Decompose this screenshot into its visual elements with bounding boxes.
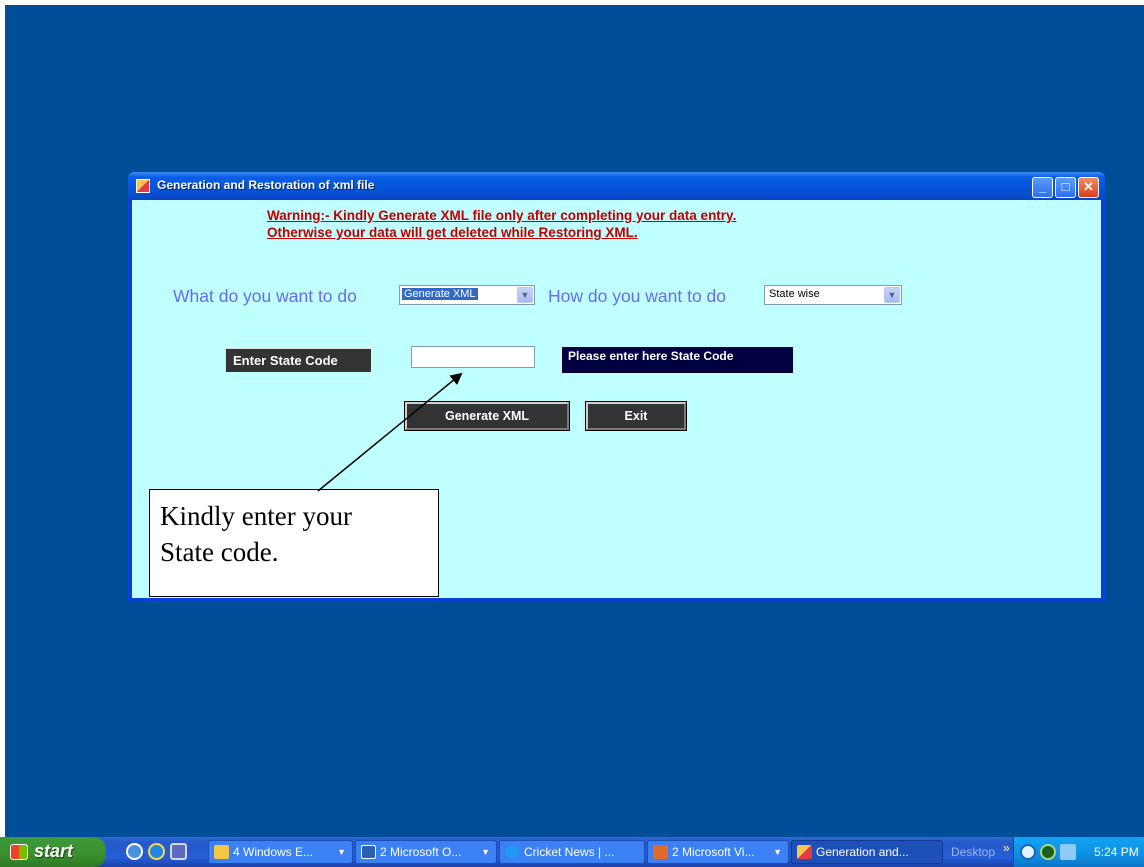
task-label: 2 Microsoft O...	[380, 845, 462, 859]
close-button[interactable]: ✕	[1078, 177, 1099, 198]
chevron-down-icon: ▼	[773, 847, 782, 857]
callout-box: Kindly enter your State code.	[149, 489, 439, 597]
taskbar-item-windows-explorer[interactable]: 4 Windows E... ▼	[208, 840, 353, 864]
warning-line-2: Otherwise your data will get deleted whi…	[267, 225, 638, 240]
desktop-toolbar-label[interactable]: Desktop	[951, 845, 995, 859]
window-titlebar[interactable]: Generation and Restoration of xml file _…	[128, 172, 1105, 200]
quicklaunch-ie-icon[interactable]	[148, 843, 165, 860]
task-label: 4 Windows E...	[233, 845, 314, 859]
chevron-down-icon: ▼	[481, 847, 490, 857]
folder-icon	[214, 845, 229, 859]
taskbar-item-generation[interactable]: Generation and...	[791, 840, 943, 864]
chevron-right-icon[interactable]: »	[1003, 841, 1010, 855]
generate-xml-button[interactable]: Generate XML	[404, 401, 570, 431]
taskbar: start 4 Windows E... ▼ 2 Microsoft O... …	[0, 837, 1144, 867]
taskbar-item-microsoft-office[interactable]: 2 Microsoft O... ▼	[355, 840, 497, 864]
maximize-button[interactable]: □	[1055, 177, 1076, 198]
warning-line-1: Warning:- Kindly Generate XML file only …	[267, 208, 737, 223]
callout-line-2: State code.	[160, 537, 279, 567]
chevron-down-icon[interactable]: ▼	[517, 287, 533, 303]
app-icon	[136, 179, 150, 193]
tray-back-icon[interactable]	[1020, 844, 1036, 860]
taskbar-item-cricket-news[interactable]: Cricket News | ...	[499, 840, 645, 864]
taskbar-item-microsoft-visual[interactable]: 2 Microsoft Vi... ▼	[647, 840, 789, 864]
task-label: 2 Microsoft Vi...	[672, 845, 755, 859]
window-title: Generation and Restoration of xml file	[157, 178, 375, 192]
state-code-hint: Please enter here State Code	[562, 347, 793, 373]
windows-logo-icon	[10, 844, 28, 860]
what-label: What do you want to do	[173, 286, 357, 306]
quicklaunch-help-icon[interactable]	[126, 843, 143, 860]
minimize-button[interactable]: _	[1032, 177, 1053, 198]
callout-line-1: Kindly enter your	[160, 501, 352, 531]
what-select-value: Generate XML	[402, 288, 478, 300]
state-code-label: Enter State Code	[225, 348, 371, 372]
visual-studio-icon	[653, 845, 668, 859]
start-button[interactable]: start	[0, 837, 106, 867]
app-window: Generation and Restoration of xml file _…	[128, 172, 1105, 602]
app-icon	[797, 845, 812, 859]
exit-button[interactable]: Exit	[585, 401, 687, 431]
how-select-value: State wise	[769, 288, 820, 300]
tray-network-icon[interactable]	[1040, 844, 1056, 860]
tray-monitor-icon[interactable]	[1060, 844, 1076, 860]
word-icon	[361, 845, 376, 859]
how-select[interactable]: State wise ▼	[764, 285, 902, 305]
task-label: Generation and...	[816, 845, 909, 859]
ie-icon	[505, 845, 520, 859]
start-label: start	[34, 841, 74, 861]
chevron-down-icon[interactable]: ▼	[884, 287, 900, 303]
what-select[interactable]: Generate XML ▼	[399, 285, 535, 305]
quicklaunch-show-desktop-icon[interactable]	[170, 843, 187, 860]
chevron-down-icon: ▼	[337, 847, 346, 857]
state-code-input[interactable]	[411, 346, 535, 368]
clock[interactable]: 5:24 PM	[1094, 845, 1139, 859]
warning-message: Warning:- Kindly Generate XML file only …	[267, 207, 736, 241]
window-client-area: Warning:- Kindly Generate XML file only …	[132, 200, 1101, 598]
system-tray: 5:24 PM	[1013, 837, 1144, 867]
how-label: How do you want to do	[548, 286, 727, 306]
task-label: Cricket News | ...	[524, 845, 615, 859]
